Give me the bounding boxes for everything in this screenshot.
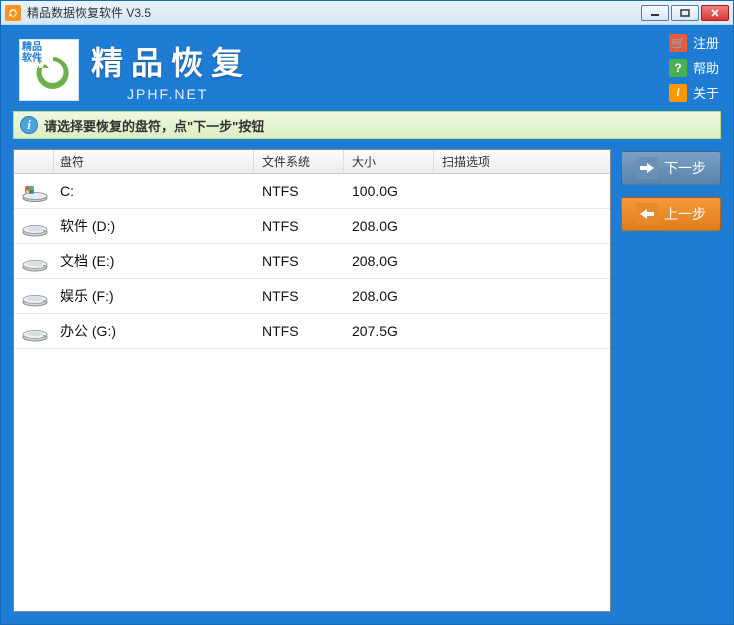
table-row[interactable]: 办公 (G:)NTFS207.5G	[14, 314, 610, 349]
drive-icon	[14, 254, 54, 269]
drive-label: 软件 (D:)	[54, 216, 254, 236]
drive-size: 208.0G	[344, 218, 434, 234]
drive-fs: NTFS	[254, 323, 344, 339]
help-label: 帮助	[693, 58, 719, 77]
register-link[interactable]: 🛒 注册	[669, 33, 719, 52]
top-links: 🛒 注册 ? 帮助 i 关于	[669, 33, 719, 102]
app-body: 精品软件 精品恢复 JPHF.NET 🛒 注册 ? 帮助 i	[1, 25, 733, 624]
drive-fs: NTFS	[254, 288, 344, 304]
col-fs[interactable]: 文件系统	[254, 150, 344, 173]
drive-size: 208.0G	[344, 253, 434, 269]
nav-panel: 下一步 上一步	[621, 149, 721, 612]
about-icon: i	[669, 84, 687, 102]
col-drive[interactable]: 盘符	[54, 150, 254, 173]
table-header: 盘符 文件系统 大小 扫描选项	[14, 150, 610, 174]
drive-label: 娱乐 (F:)	[54, 286, 254, 306]
help-icon: ?	[669, 59, 687, 77]
register-label: 注册	[693, 33, 719, 52]
brand-name: 精品恢复	[91, 38, 251, 84]
titlebar: 精品数据恢复软件 V3.5	[1, 1, 733, 25]
drive-label: C:	[54, 183, 254, 199]
app-window: 精品数据恢复软件 V3.5 精品软件 精品恢复 JPHF.NET 🛒 注册	[0, 0, 734, 625]
brand: 精品恢复 JPHF.NET	[91, 38, 251, 102]
window-title: 精品数据恢复软件 V3.5	[27, 4, 641, 21]
next-label: 下一步	[664, 158, 706, 178]
table-row[interactable]: 文档 (E:)NTFS208.0G	[14, 244, 610, 279]
brand-site: JPHF.NET	[127, 86, 251, 102]
about-label: 关于	[693, 83, 719, 102]
drive-size: 207.5G	[344, 323, 434, 339]
header: 精品软件 精品恢复 JPHF.NET 🛒 注册 ? 帮助 i	[13, 25, 721, 111]
register-icon: 🛒	[669, 34, 687, 52]
next-button[interactable]: 下一步	[621, 151, 721, 185]
drive-icon	[14, 289, 54, 304]
help-link[interactable]: ? 帮助	[669, 58, 719, 77]
info-bar: i 请选择要恢复的盘符，点"下一步"按钮	[13, 111, 721, 139]
logo-tag: 精品软件	[22, 42, 42, 64]
drive-fs: NTFS	[254, 253, 344, 269]
col-size[interactable]: 大小	[344, 150, 434, 173]
info-text: 请选择要恢复的盘符，点"下一步"按钮	[44, 116, 264, 135]
drive-fs: NTFS	[254, 183, 344, 199]
about-link[interactable]: i 关于	[669, 83, 719, 102]
arrow-left-icon	[636, 203, 658, 225]
table-row[interactable]: 娱乐 (F:)NTFS208.0G	[14, 279, 610, 314]
app-icon	[5, 5, 21, 21]
drive-table: 盘符 文件系统 大小 扫描选项 C:NTFS100.0G软件 (D:)NTFS2…	[13, 149, 611, 612]
table-row[interactable]: 软件 (D:)NTFS208.0G	[14, 209, 610, 244]
arrow-right-icon	[636, 157, 658, 179]
info-icon: i	[20, 116, 38, 134]
col-icon	[14, 150, 54, 173]
drive-size: 208.0G	[344, 288, 434, 304]
drive-icon	[14, 324, 54, 339]
drive-label: 办公 (G:)	[54, 321, 254, 341]
close-button[interactable]	[701, 5, 729, 21]
maximize-button[interactable]	[671, 5, 699, 21]
drive-size: 100.0G	[344, 183, 434, 199]
main-row: 盘符 文件系统 大小 扫描选项 C:NTFS100.0G软件 (D:)NTFS2…	[13, 149, 721, 612]
prev-button[interactable]: 上一步	[621, 197, 721, 231]
col-options[interactable]: 扫描选项	[434, 150, 610, 173]
drive-label: 文档 (E:)	[54, 251, 254, 271]
window-controls	[641, 5, 729, 21]
drive-icon	[14, 219, 54, 234]
drive-fs: NTFS	[254, 218, 344, 234]
minimize-button[interactable]	[641, 5, 669, 21]
drive-icon	[14, 184, 54, 199]
table-row[interactable]: C:NTFS100.0G	[14, 174, 610, 209]
logo-icon: 精品软件	[19, 39, 79, 101]
prev-label: 上一步	[664, 204, 706, 224]
table-body: C:NTFS100.0G软件 (D:)NTFS208.0G文档 (E:)NTFS…	[14, 174, 610, 611]
